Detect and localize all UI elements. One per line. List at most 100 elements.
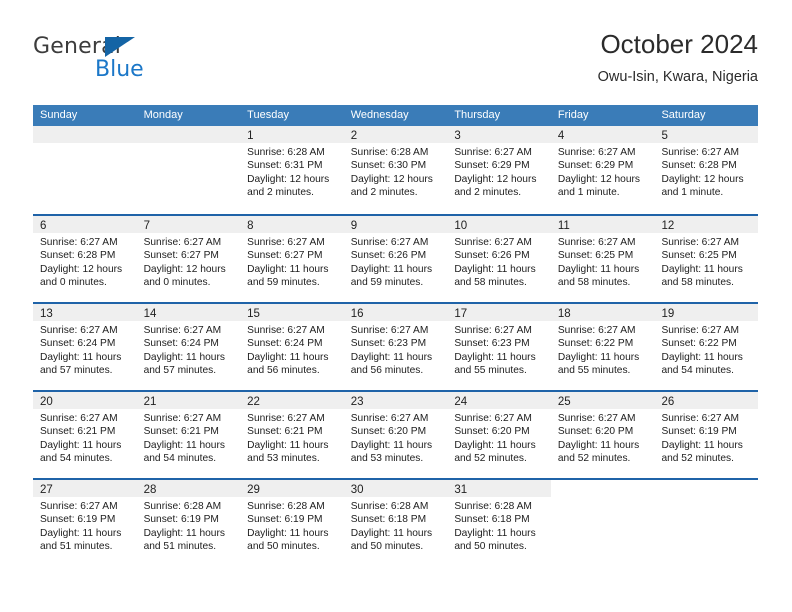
calendar-day-cell[interactable]: 27 Sunrise: 6:27 AM Sunset: 6:19 PM Dayligh… <box>33 480 137 566</box>
day-sun-info: Sunrise: 6:27 AM Sunset: 6:26 PM Daylight:… <box>344 233 448 289</box>
day-sun-info: Sunrise: 6:28 AM Sunset: 6:18 PM Daylight:… <box>447 497 551 553</box>
daylight-text-line2: and 52 minutes. <box>557 452 631 464</box>
day-number-band: 4 <box>550 126 655 143</box>
day-sun-info: Sunrise: 6:27 AM Sunset: 6:24 PM Daylight:… <box>240 321 344 377</box>
day-number-band: 18 <box>550 304 655 321</box>
generalblue-logo[interactable]: General Blue <box>33 28 263 88</box>
daylight-text-line1: Daylight: 11 hours <box>247 351 329 363</box>
sunset-text: Sunset: 6:21 PM <box>143 426 219 438</box>
calendar-week-row: 20 Sunrise: 6:27 AM Sunset: 6:21 PM Dayligh… <box>33 390 759 478</box>
calendar-week-row: 13 Sunrise: 6:27 AM Sunset: 6:24 PM Dayligh… <box>33 302 759 390</box>
day-number: 23 <box>350 396 364 408</box>
calendar-day-cell[interactable]: 11 Sunrise: 6:27 AM Sunset: 6:25 PM Dayligh… <box>550 216 655 302</box>
day-number-band: 23 <box>343 392 448 409</box>
day-number: 10 <box>454 220 468 232</box>
calendar-day-cell[interactable]: 31 Sunrise: 6:28 AM Sunset: 6:18 PM Dayligh… <box>447 480 551 566</box>
calendar-day-cell[interactable]: 25 Sunrise: 6:27 AM Sunset: 6:20 PM Dayligh… <box>550 392 655 478</box>
daylight-text-line2: and 51 minutes. <box>40 540 113 552</box>
calendar-day-cell[interactable]: 19 Sunrise: 6:27 AM Sunset: 6:22 PM Dayligh… <box>654 304 759 390</box>
day-sun-info: Sunrise: 6:27 AM Sunset: 6:23 PM Daylight:… <box>447 321 551 377</box>
sunset-text: Sunset: 6:19 PM <box>40 514 116 526</box>
daylight-text-line1: Daylight: 12 hours <box>350 173 433 185</box>
calendar-day-cell[interactable]: 28 Sunrise: 6:28 AM Sunset: 6:19 PM Dayligh… <box>136 480 241 566</box>
calendar-day-cell[interactable]: 14 Sunrise: 6:27 AM Sunset: 6:24 PM Dayligh… <box>136 304 241 390</box>
calendar-day-cell[interactable]: 5 Sunrise: 6:27 AM Sunset: 6:28 PM Daylight… <box>654 126 759 214</box>
day-number: 22 <box>247 396 260 408</box>
calendar-day-cell[interactable]: 18 Sunrise: 6:27 AM Sunset: 6:22 PM Dayligh… <box>550 304 655 390</box>
calendar-day-empty <box>550 480 655 566</box>
day-number: 17 <box>454 308 468 320</box>
daylight-text-line1: Daylight: 11 hours <box>40 527 122 539</box>
calendar-day-cell[interactable]: 30 Sunrise: 6:28 AM Sunset: 6:18 PM Dayligh… <box>343 480 448 566</box>
calendar-day-cell[interactable]: 4 Sunrise: 6:27 AM Sunset: 6:29 PM Daylight… <box>550 126 655 214</box>
calendar-day-cell[interactable]: 22 Sunrise: 6:27 AM Sunset: 6:21 PM Dayligh… <box>240 392 344 478</box>
calendar-day-cell[interactable]: 7 Sunrise: 6:27 AM Sunset: 6:27 PM Daylight… <box>136 216 241 302</box>
sunrise-text: Sunrise: 6:27 AM <box>40 501 118 512</box>
day-number: 25 <box>557 396 571 408</box>
sunset-text: Sunset: 6:28 PM <box>40 250 116 262</box>
sunset-text: Sunset: 6:19 PM <box>247 514 323 526</box>
sunset-text: Sunset: 6:18 PM <box>454 514 530 526</box>
daylight-text-line1: Daylight: 12 hours <box>557 173 641 185</box>
daylight-text-line2: and 50 minutes. <box>350 540 424 552</box>
day-sun-info: Sunrise: 6:28 AM Sunset: 6:19 PM Daylight:… <box>240 497 344 553</box>
day-number: 24 <box>454 396 468 408</box>
daylight-text-line1: Daylight: 11 hours <box>557 351 640 363</box>
calendar-day-cell[interactable]: 1 Sunrise: 6:28 AM Sunset: 6:31 PM Daylight… <box>240 126 344 214</box>
weekday-header-tuesday: Tuesday <box>247 109 289 121</box>
daylight-text-line1: Daylight: 11 hours <box>247 527 329 539</box>
calendar-page: General Blue October 2024 Owu-Isin, Kwar… <box>0 0 792 612</box>
calendar-day-cell[interactable]: 17 Sunrise: 6:27 AM Sunset: 6:23 PM Dayligh… <box>447 304 551 390</box>
calendar-day-cell[interactable]: 13 Sunrise: 6:27 AM Sunset: 6:24 PM Dayligh… <box>33 304 137 390</box>
day-number: 14 <box>143 308 157 320</box>
calendar-grid: Sunday Monday Tuesday Wednesday Thursday Frid… <box>33 105 759 566</box>
day-sun-info: Sunrise: 6:28 AM Sunset: 6:30 PM Daylight:… <box>344 143 448 199</box>
day-number-band: 2 <box>343 126 448 143</box>
day-number-band: 12 <box>654 216 759 233</box>
daylight-text-line2: and 1 minute. <box>661 186 724 198</box>
calendar-day-cell[interactable]: 26 Sunrise: 6:27 AM Sunset: 6:19 PM Dayligh… <box>654 392 759 478</box>
calendar-day-cell[interactable]: 3 Sunrise: 6:27 AM Sunset: 6:29 PM Daylight… <box>447 126 551 214</box>
day-number-band: 3 <box>447 126 551 143</box>
sunset-text: Sunset: 6:22 PM <box>557 338 634 350</box>
day-number: 9 <box>350 220 358 232</box>
day-sun-info: Sunrise: 6:27 AM Sunset: 6:28 PM Daylight:… <box>654 143 758 199</box>
day-sun-info: Sunrise: 6:27 AM Sunset: 6:21 PM Daylight:… <box>240 409 344 465</box>
page-title: October 2024 <box>600 29 758 59</box>
sunrise-text: Sunrise: 6:28 AM <box>247 501 325 512</box>
calendar-day-cell[interactable]: 2 Sunrise: 6:28 AM Sunset: 6:30 PM Daylight… <box>343 126 448 214</box>
day-number: 3 <box>454 130 461 142</box>
calendar-day-cell[interactable]: 6 Sunrise: 6:27 AM Sunset: 6:28 PM Daylight… <box>33 216 137 302</box>
day-number-band <box>136 126 241 143</box>
day-number-band: 16 <box>343 304 448 321</box>
day-sun-info: Sunrise: 6:27 AM Sunset: 6:22 PM Daylight:… <box>551 321 655 377</box>
calendar-week-row: 6 Sunrise: 6:27 AM Sunset: 6:28 PM Daylight… <box>33 214 759 302</box>
calendar-day-cell[interactable]: 21 Sunrise: 6:27 AM Sunset: 6:21 PM Dayligh… <box>136 392 241 478</box>
day-number: 20 <box>40 396 53 408</box>
calendar-day-cell[interactable]: 12 Sunrise: 6:27 AM Sunset: 6:25 PM Dayligh… <box>654 216 759 302</box>
day-number: 21 <box>143 396 157 408</box>
day-number-band: 10 <box>447 216 551 233</box>
day-number-band: 25 <box>550 392 655 409</box>
sunrise-text: Sunrise: 6:27 AM <box>143 237 222 248</box>
calendar-day-cell[interactable]: 9 Sunrise: 6:27 AM Sunset: 6:26 PM Daylight… <box>343 216 448 302</box>
daylight-text-line1: Daylight: 11 hours <box>350 439 433 451</box>
calendar-day-cell[interactable]: 16 Sunrise: 6:27 AM Sunset: 6:23 PM Dayligh… <box>343 304 448 390</box>
calendar-day-cell[interactable]: 8 Sunrise: 6:27 AM Sunset: 6:27 PM Daylight… <box>240 216 344 302</box>
calendar-day-cell[interactable]: 15 Sunrise: 6:27 AM Sunset: 6:24 PM Dayligh… <box>240 304 344 390</box>
sunrise-text: Sunrise: 6:27 AM <box>247 413 325 424</box>
calendar-day-cell[interactable]: 23 Sunrise: 6:27 AM Sunset: 6:20 PM Dayligh… <box>343 392 448 478</box>
calendar-day-cell[interactable]: 10 Sunrise: 6:27 AM Sunset: 6:26 PM Dayligh… <box>447 216 551 302</box>
calendar-day-cell[interactable]: 29 Sunrise: 6:28 AM Sunset: 6:19 PM Dayligh… <box>240 480 344 566</box>
sunrise-text: Sunrise: 6:28 AM <box>350 147 429 158</box>
daylight-text-line2: and 56 minutes. <box>247 364 320 376</box>
sunrise-text: Sunrise: 6:27 AM <box>40 325 118 336</box>
day-number: 18 <box>557 308 571 320</box>
calendar-day-cell[interactable]: 24 Sunrise: 6:27 AM Sunset: 6:20 PM Dayligh… <box>447 392 551 478</box>
day-number-band: 13 <box>33 304 137 321</box>
calendar-day-cell[interactable]: 20 Sunrise: 6:27 AM Sunset: 6:21 PM Dayligh… <box>33 392 137 478</box>
day-number-band: 29 <box>240 480 344 497</box>
sunrise-text: Sunrise: 6:27 AM <box>557 325 636 336</box>
day-number: 13 <box>40 308 53 320</box>
day-sun-info: Sunrise: 6:27 AM Sunset: 6:24 PM Daylight:… <box>137 321 241 377</box>
